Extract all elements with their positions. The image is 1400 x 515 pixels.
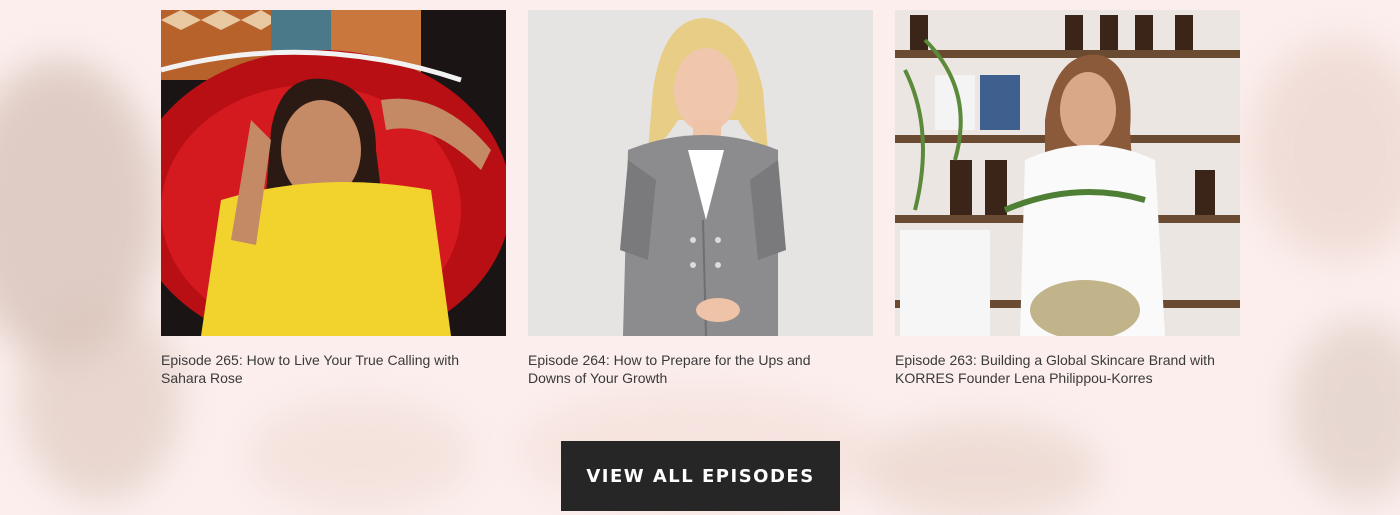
view-all-episodes-button[interactable]: VIEW ALL EPISODES <box>561 441 840 511</box>
episode-thumbnail[interactable] <box>895 10 1240 336</box>
episode-card[interactable]: Episode 263: Building a Global Skincare … <box>895 10 1240 387</box>
episode-thumbnail[interactable] <box>161 10 506 336</box>
episode-title[interactable]: Episode 263: Building a Global Skincare … <box>895 351 1240 387</box>
episode-title[interactable]: Episode 265: How to Live Your True Calli… <box>161 351 506 387</box>
episode-thumbnail[interactable] <box>528 10 873 336</box>
episode-list: Episode 265: How to Live Your True Calli… <box>161 10 1240 387</box>
episode-card[interactable]: Episode 265: How to Live Your True Calli… <box>161 10 506 387</box>
episode-title[interactable]: Episode 264: How to Prepare for the Ups … <box>528 351 873 387</box>
episode-card[interactable]: Episode 264: How to Prepare for the Ups … <box>528 10 873 387</box>
